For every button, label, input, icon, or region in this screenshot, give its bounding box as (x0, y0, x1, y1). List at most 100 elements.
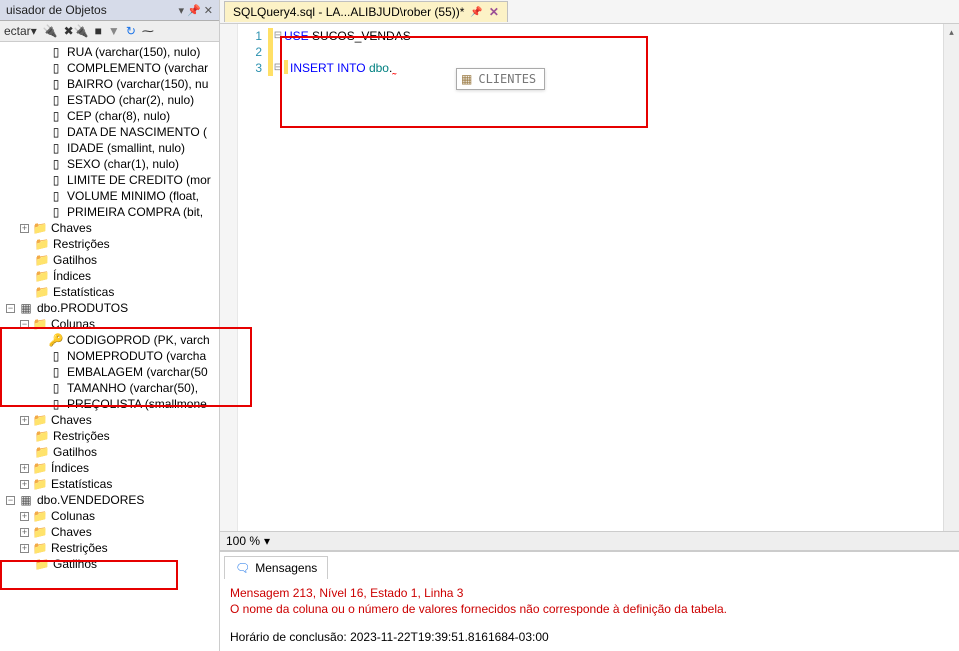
expander-icon[interactable]: + (20, 528, 29, 537)
stop-icon[interactable]: ■ (95, 24, 102, 38)
column-item[interactable]: ▯CEP (char(8), nulo) (0, 108, 219, 124)
refresh-icon[interactable]: ↻ (126, 24, 136, 38)
column-item[interactable]: ▯PREÇOLISTA (smallmone (0, 396, 219, 412)
zoom-dropdown-icon[interactable]: ▾ (264, 534, 270, 548)
column-item[interactable]: 🔑CODIGOPROD (PK, varch (0, 332, 219, 348)
sql-tab[interactable]: SQLQuery4.sql - LA...ALIBJUD\rober (55))… (224, 1, 508, 22)
folder-item[interactable]: +📁Índices (0, 460, 219, 476)
folder-icon: 📁 (34, 237, 50, 251)
folder-item[interactable]: 📁Gatilhos (0, 556, 219, 572)
column-icon: ▯ (48, 349, 64, 363)
expander-icon[interactable]: + (20, 480, 29, 489)
column-item[interactable]: ▯ESTADO (char(2), nulo) (0, 92, 219, 108)
column-icon: ▯ (48, 397, 64, 411)
column-item[interactable]: ▯COMPLEMENTO (varchar (0, 60, 219, 76)
folder-icon: 📁 (32, 525, 48, 539)
object-explorer-title: uisador de Objetos (6, 3, 107, 17)
pin-icon[interactable]: 📌 (187, 4, 201, 17)
messages-icon: 🗨 (235, 561, 250, 575)
completion-time: Horário de conclusão: 2023-11-22T19:39:5… (230, 629, 949, 645)
expander-icon[interactable]: + (20, 224, 29, 233)
line-numbers: 123 (238, 24, 268, 531)
folder-icon: 📁 (32, 413, 48, 427)
column-icon: ▯ (48, 109, 64, 123)
column-item[interactable]: ▯IDADE (smallint, nulo) (0, 140, 219, 156)
folder-icon: 📁 (34, 557, 50, 571)
filter-icon[interactable]: ▼ (108, 24, 120, 38)
expander-icon[interactable]: − (20, 320, 29, 329)
folder-item[interactable]: +📁Colunas (0, 508, 219, 524)
code-editor[interactable]: 123 ⊟USE SUCOS_VENDAS ⊟INSERT INTO dbo.˷… (220, 24, 959, 531)
vertical-scrollbar[interactable]: ▴ (943, 24, 959, 531)
folder-icon: 📁 (32, 461, 48, 475)
column-icon: ▯ (48, 173, 64, 187)
close-icon[interactable]: ✕ (489, 5, 499, 19)
folder-item[interactable]: −📁Colunas (0, 316, 219, 332)
folder-item[interactable]: 📁Estatísticas (0, 284, 219, 300)
column-icon: ▯ (48, 93, 64, 107)
messages-body[interactable]: Mensagem 213, Nível 16, Estado 1, Linha … (220, 579, 959, 651)
folder-item[interactable]: 📁Gatilhos (0, 444, 219, 460)
scroll-up-icon[interactable]: ▴ (944, 24, 959, 40)
column-item[interactable]: ▯PRIMEIRA COMPRA (bit, (0, 204, 219, 220)
column-item[interactable]: ▯DATA DE NASCIMENTO ( (0, 124, 219, 140)
fold-icon[interactable]: ⊟ (272, 28, 284, 44)
folder-item[interactable]: +📁Chaves (0, 220, 219, 236)
table-item[interactable]: −▦dbo.PRODUTOS (0, 300, 219, 316)
close-icon[interactable]: ✕ (204, 4, 213, 17)
expander-icon[interactable]: + (20, 544, 29, 553)
editor-area: SQLQuery4.sql - LA...ALIBJUD\rober (55))… (220, 0, 959, 651)
connect-icon[interactable]: 🔌 (43, 24, 58, 38)
object-explorer-tree[interactable]: ▯RUA (varchar(150), nulo) ▯COMPLEMENTO (… (0, 42, 219, 651)
folder-item[interactable]: +📁Restrições (0, 540, 219, 556)
column-icon: ▯ (48, 77, 64, 91)
folder-item[interactable]: 📁Gatilhos (0, 252, 219, 268)
expander-icon[interactable]: + (20, 512, 29, 521)
table-item[interactable]: −▦dbo.VENDEDORES (0, 492, 219, 508)
folder-item[interactable]: 📁Índices (0, 268, 219, 284)
pin-icon[interactable]: 📌 (470, 7, 482, 18)
tab-bar: SQLQuery4.sql - LA...ALIBJUD\rober (55))… (220, 0, 959, 24)
column-item[interactable]: ▯RUA (varchar(150), nulo) (0, 44, 219, 60)
folder-item[interactable]: +📁Estatísticas (0, 476, 219, 492)
intellisense-popup[interactable]: ▦ CLIENTES (456, 68, 545, 90)
intellisense-suggestion[interactable]: CLIENTES (478, 71, 536, 87)
column-item[interactable]: ▯LIMITE DE CREDITO (mor (0, 172, 219, 188)
disconnect-icon[interactable]: ✖🔌 (64, 24, 89, 38)
table-icon: ▦ (461, 71, 472, 87)
folder-icon: 📁 (34, 445, 50, 459)
folder-item[interactable]: +📁Chaves (0, 524, 219, 540)
folder-icon: 📁 (34, 253, 50, 267)
column-item[interactable]: ▯TAMANHO (varchar(50), (0, 380, 219, 396)
fold-icon[interactable]: ⊟ (272, 60, 284, 76)
connect-button[interactable]: ectar ▾ (4, 24, 37, 38)
folder-item[interactable]: 📁Restrições (0, 236, 219, 252)
tab-title: SQLQuery4.sql - LA...ALIBJUD\rober (55))… (233, 5, 464, 19)
folder-icon: 📁 (32, 317, 48, 331)
messages-tab[interactable]: 🗨 Mensagens (224, 556, 328, 579)
key-icon: 🔑 (48, 333, 64, 347)
error-message-line: O nome da coluna ou o número de valores … (230, 601, 949, 617)
code-body[interactable]: ⊟USE SUCOS_VENDAS ⊟INSERT INTO dbo.˷ ▦ C… (268, 24, 959, 531)
object-explorer-toolbar: ectar ▾ 🔌 ✖🔌 ■ ▼ ↻ ⁓ (0, 21, 219, 42)
expander-icon[interactable]: + (20, 416, 29, 425)
column-item[interactable]: ▯VOLUME MINIMO (float, (0, 188, 219, 204)
folder-item[interactable]: +📁Chaves (0, 412, 219, 428)
folder-icon: 📁 (34, 285, 50, 299)
folder-icon: 📁 (32, 477, 48, 491)
expander-icon[interactable]: + (20, 464, 29, 473)
column-item[interactable]: ▯SEXO (char(1), nulo) (0, 156, 219, 172)
column-item[interactable]: ▯EMBALAGEM (varchar(50 (0, 364, 219, 380)
column-icon: ▯ (48, 125, 64, 139)
folder-icon: 📁 (32, 221, 48, 235)
column-icon: ▯ (48, 381, 64, 395)
activity-icon[interactable]: ⁓ (142, 24, 154, 38)
dropdown-icon[interactable]: ▾ (179, 4, 185, 17)
column-item[interactable]: ▯BAIRRO (varchar(150), nu (0, 76, 219, 92)
column-icon: ▯ (48, 61, 64, 75)
column-item[interactable]: ▯NOMEPRODUTO (varcha (0, 348, 219, 364)
expander-icon[interactable]: − (6, 304, 15, 313)
column-icon: ▯ (48, 141, 64, 155)
expander-icon[interactable]: − (6, 496, 15, 505)
folder-item[interactable]: 📁Restrições (0, 428, 219, 444)
